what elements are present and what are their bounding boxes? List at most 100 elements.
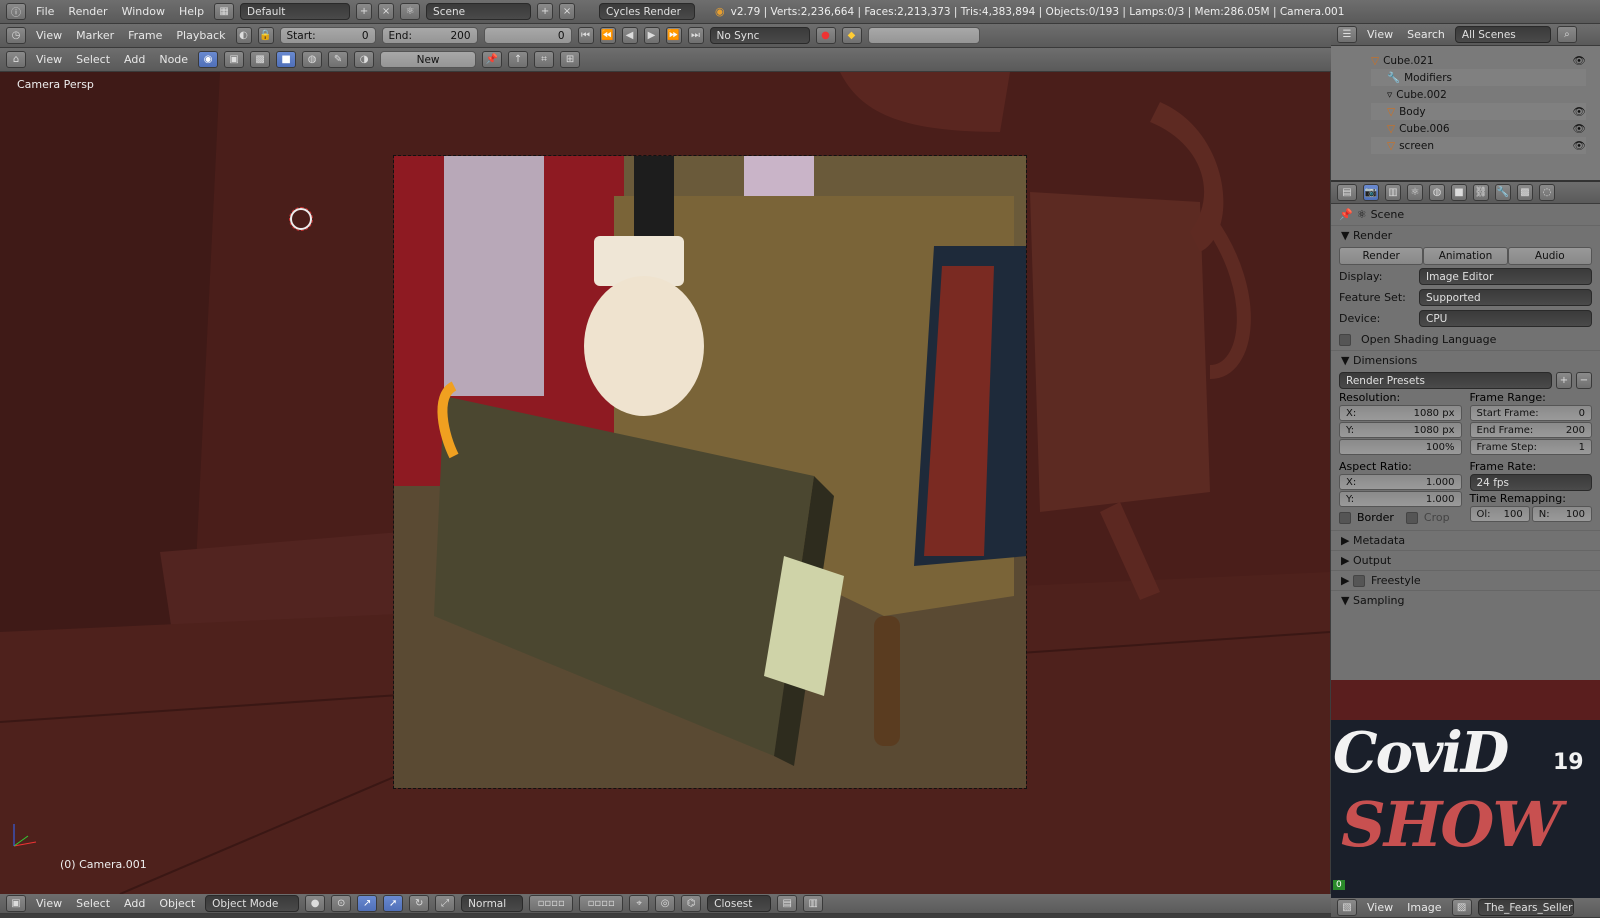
node-menu-node[interactable]: Node [155,53,192,66]
image-menu-view[interactable]: View [1363,901,1397,914]
viewport-shading-icon[interactable]: ● [305,895,326,912]
resolution-x-field[interactable]: X: 1080 px [1339,405,1462,421]
use-preview-range-icon[interactable]: ◐ [235,27,252,44]
lock-range-icon[interactable]: 🔒 [257,27,274,44]
linestyle-shader-icon[interactable]: ✎ [328,51,349,68]
lock-camera-icon[interactable]: ⌖ [629,895,650,912]
scene-selector[interactable]: Scene [426,3,532,20]
display-selector[interactable]: Image Editor [1419,268,1592,285]
visibility-eye-icon[interactable]: 👁 [1573,122,1586,135]
end-frame-field[interactable]: End: 200 [381,27,478,44]
osl-checkbox-row[interactable]: Open Shading Language [1331,329,1600,350]
interaction-mode-selector[interactable]: Object Mode [205,895,300,912]
timeline-menu-playback[interactable]: Playback [172,29,229,42]
keying-set-field[interactable] [867,27,980,44]
end-frame-field[interactable]: End Frame: 200 [1469,422,1592,438]
border-checkbox[interactable] [1339,511,1351,524]
timeline-editor-icon[interactable]: ◷ [6,27,26,44]
editor-type-info-button[interactable]: ⓘ [6,3,26,20]
pin-icon[interactable]: 📌 [1339,208,1353,221]
record-icon[interactable]: ● [815,27,836,44]
outliner-row[interactable]: ▽ Cube.006 👁 [1371,120,1586,137]
freestyle-checkbox[interactable] [1352,574,1365,587]
pivot-point-icon[interactable]: ⊙ [331,895,352,912]
constraints-tab-icon[interactable]: ⛓ [1473,184,1489,201]
osl-checkbox[interactable] [1339,333,1351,346]
manipulator-toggle-icon[interactable]: ↗ [357,895,378,912]
proportional-edit-icon[interactable]: ◎ [655,895,676,912]
texture-nodes-icon[interactable]: ▩ [250,51,271,68]
texture-tab-icon[interactable]: ▩ [1517,184,1533,201]
node-editor-type-icon[interactable]: ⌂ [6,51,26,68]
time-remap-old-field[interactable]: Ol: 100 [1469,506,1530,522]
view3d-menu-select[interactable]: Select [72,897,114,910]
visibility-eye-icon[interactable]: 👁 [1573,105,1586,118]
menu-window[interactable]: Window [118,5,169,18]
feature-set-selector[interactable]: Supported [1419,289,1592,306]
start-frame-field[interactable]: Start: 0 [279,27,376,44]
audio-button[interactable]: Audio [1507,246,1592,265]
dimensions-panel-header[interactable]: ▼ Dimensions [1331,350,1600,370]
image-browse-icon[interactable]: ▨ [1451,899,1472,916]
outliner-search-icon[interactable]: ⌕ [1556,26,1577,43]
timeline-menu-marker[interactable]: Marker [72,29,118,42]
transform-orientation-selector[interactable]: Normal [461,895,524,912]
outliner-row[interactable]: ▽ Body 👁 [1371,103,1586,120]
world-tab-icon[interactable]: ◍ [1429,184,1445,201]
outliner-menu-search[interactable]: Search [1403,28,1449,41]
rotate-manipulator-icon[interactable]: ↻ [409,895,430,912]
view3d-menu-add[interactable]: Add [120,897,149,910]
sampling-panel-header[interactable]: ▼ Sampling [1331,590,1600,610]
prev-keyframe-icon[interactable]: ⏪ [599,27,616,44]
animation-button[interactable]: Animation [1423,246,1508,265]
resolution-y-field[interactable]: Y: 1080 px [1339,422,1462,438]
remove-preset-icon[interactable]: − [1576,372,1592,389]
outliner-row[interactable]: ▽ Cube.021 👁 [1371,52,1586,69]
output-panel-header[interactable]: ▶ Output [1331,550,1600,570]
material-slot-icon[interactable]: ◑ [354,51,375,68]
image-editor[interactable]: CoviD 19 SHOW 0 ▧ View Image ▨ The_Fears… [1331,680,1600,918]
current-frame-field[interactable]: 0 [483,27,572,44]
scene-tab-icon[interactable]: ⚛ [1407,184,1423,201]
timeline-menu-view[interactable]: View [32,29,66,42]
crop-checkbox[interactable] [1405,511,1418,524]
scene-icon[interactable]: ⚛ [400,3,421,20]
remove-layout-icon[interactable]: × [378,3,395,20]
outliner-row[interactable]: 🔧 Modifiers [1371,69,1586,86]
layout-grid-icon[interactable]: ▦ [214,3,235,20]
modifiers-tab-icon[interactable]: 🔧 [1495,184,1511,201]
layers-row-1-icon[interactable]: ▫▫▫▫ [529,895,574,912]
render-layers-tab-icon[interactable]: ▥ [1385,184,1401,201]
render-engine-selector[interactable]: Cycles Render [599,3,696,20]
new-material-button[interactable]: New [380,51,477,68]
freestyle-panel-header[interactable]: ▶ Freestyle [1331,570,1600,590]
object-shader-icon[interactable]: ■ [276,51,297,68]
translate-manipulator-icon[interactable]: ➚ [383,895,404,912]
outliner-menu-view[interactable]: View [1363,28,1397,41]
resolution-percentage-field[interactable]: 100% [1339,439,1462,455]
render-tab-icon[interactable]: 📷 [1363,184,1379,201]
view3d-editor-type-icon[interactable]: ▣ [6,895,26,912]
node-snap-mode-icon[interactable]: ⊞ [560,51,581,68]
jump-end-icon[interactable]: ⏭ [687,27,704,44]
menu-help[interactable]: Help [175,5,208,18]
menu-render[interactable]: Render [64,5,111,18]
node-menu-select[interactable]: Select [72,53,114,66]
pin-node-tree-icon[interactable]: 📌 [482,51,503,68]
add-layout-icon[interactable]: + [356,3,373,20]
scale-manipulator-icon[interactable]: ⤢ [435,895,456,912]
snap-toggle-icon[interactable]: ⌬ [681,895,702,912]
device-selector[interactable]: CPU [1419,310,1592,327]
view3d-menu-object[interactable]: Object [155,897,199,910]
start-frame-field[interactable]: Start Frame: 0 [1469,405,1592,421]
3d-viewport[interactable]: Camera Persp (0) Camera.001 [0,72,1330,894]
layout-selector[interactable]: Default [240,3,351,20]
go-parent-icon[interactable]: ↑ [508,51,529,68]
render-opengl-icon[interactable]: ▤ [777,895,798,912]
jump-start-icon[interactable]: ⏮ [577,27,594,44]
frame-rate-selector[interactable]: 24 fps [1469,474,1592,491]
add-preset-icon[interactable]: + [1556,372,1572,389]
outliner-display-mode[interactable]: All Scenes [1454,26,1551,43]
node-menu-add[interactable]: Add [120,53,149,66]
play-reverse-icon[interactable]: ◀ [621,27,638,44]
